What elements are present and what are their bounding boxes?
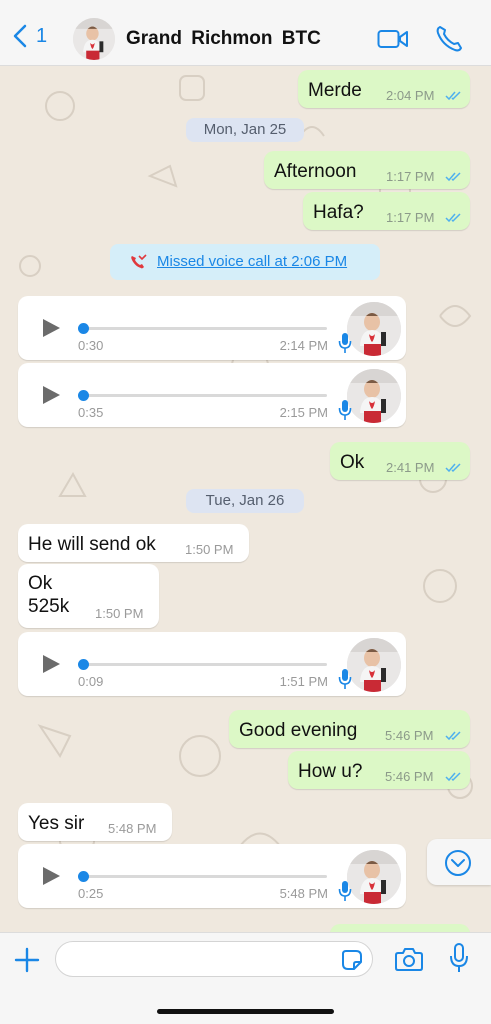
voice-duration: 0:09: [78, 674, 104, 689]
outgoing-message[interactable]: Good evening 5:46 PM: [229, 710, 470, 748]
audio-scrubber[interactable]: [78, 871, 89, 882]
message-time: 2:14 PM: [279, 338, 328, 353]
outgoing-message[interactable]: Merde 2:04 PM: [298, 70, 470, 108]
scroll-to-bottom-button[interactable]: [427, 839, 491, 885]
incoming-message[interactable]: He will send ok 1:50 PM: [18, 524, 249, 562]
phone-icon[interactable]: [434, 24, 466, 54]
message-time: 1:17 PM: [386, 169, 435, 184]
message-time: 5:48 PM: [108, 821, 157, 836]
read-receipt-icon: [445, 212, 463, 223]
voice-duration: 0:30: [78, 338, 104, 353]
message-time: 2:04 PM: [386, 88, 435, 103]
sender-avatar: [347, 302, 401, 356]
audio-scrubber[interactable]: [78, 390, 89, 401]
outgoing-message[interactable]: Ok 2:41 PM: [330, 442, 470, 480]
audio-scrubber[interactable]: [78, 323, 89, 334]
message-text: Ok 525k: [28, 573, 70, 617]
message-text: He will send ok: [28, 534, 156, 555]
contact-name[interactable]: Grand Richmon BTC: [126, 28, 321, 50]
back-button[interactable]: 1: [12, 24, 47, 48]
message-time: 2:15 PM: [279, 405, 328, 420]
plus-icon[interactable]: [14, 947, 40, 973]
message-time: 5:46 PM: [385, 769, 434, 784]
incoming-message[interactable]: Ok 525k 1:50 PM: [18, 564, 159, 628]
audio-progress-track[interactable]: [80, 875, 327, 878]
message-text: Afternoon: [274, 161, 357, 182]
avatar-image: [73, 18, 115, 60]
message-list[interactable]: Merde 2:04 PM Mon, Jan 25 Afternoon 1:17…: [0, 66, 491, 932]
outgoing-message[interactable]: How u? 5:46 PM: [288, 751, 470, 789]
avatar-image: [347, 302, 401, 356]
chevron-down-icon: [445, 850, 471, 876]
chat-header: 1 Grand Richmon BTC: [0, 0, 491, 66]
incoming-message[interactable]: Yes sir 5:48 PM: [18, 803, 172, 841]
read-receipt-icon: [445, 771, 463, 782]
unread-count: 1: [36, 24, 48, 47]
missed-call-notice[interactable]: Missed voice call at 2:06 PM: [110, 244, 380, 280]
message-time: 1:50 PM: [95, 606, 144, 621]
avatar-image: [347, 850, 401, 904]
chevron-left-icon: [13, 24, 27, 48]
voice-message[interactable]: 0:25 5:48 PM: [18, 844, 406, 908]
voice-duration: 0:25: [78, 886, 104, 901]
home-indicator: [157, 1009, 334, 1014]
outgoing-message[interactable]: Hafa? 1:17 PM: [303, 192, 470, 230]
outgoing-message[interactable]: Afternoon 1:17 PM: [264, 151, 470, 189]
message-text: Hafa?: [313, 202, 364, 223]
play-icon[interactable]: [41, 654, 61, 674]
play-icon[interactable]: [41, 385, 61, 405]
video-call-icon[interactable]: [377, 24, 409, 54]
contact-avatar[interactable]: [73, 18, 115, 60]
play-icon[interactable]: [41, 866, 61, 886]
message-time: 1:51 PM: [279, 674, 328, 689]
read-receipt-icon: [445, 90, 463, 101]
voice-duration: 0:35: [78, 405, 104, 420]
avatar-image: [347, 638, 401, 692]
composer-bar: [0, 932, 491, 1024]
read-receipt-icon: [445, 171, 463, 182]
voice-message[interactable]: 0:09 1:51 PM: [18, 632, 406, 696]
missed-call-icon: [131, 254, 147, 269]
message-text: Ok: [340, 452, 365, 473]
sender-avatar: [347, 369, 401, 423]
read-receipt-icon: [445, 730, 463, 741]
microphone-icon: [338, 399, 352, 421]
message-time: 1:17 PM: [386, 210, 435, 225]
microphone-icon: [338, 880, 352, 902]
audio-scrubber[interactable]: [78, 659, 89, 670]
message-time: 5:46 PM: [385, 728, 434, 743]
voice-message[interactable]: 0:30 2:14 PM: [18, 296, 406, 360]
camera-icon[interactable]: [395, 946, 423, 972]
message-time: 1:50 PM: [185, 542, 234, 557]
audio-progress-track[interactable]: [80, 327, 327, 330]
read-receipt-icon: [445, 462, 463, 473]
voice-message[interactable]: 0:35 2:15 PM: [18, 363, 406, 427]
message-text: Merde: [308, 80, 362, 101]
message-time: 2:41 PM: [386, 460, 435, 475]
microphone-icon[interactable]: [449, 943, 469, 973]
outgoing-message-partial[interactable]: [330, 924, 470, 932]
play-icon[interactable]: [41, 318, 61, 338]
message-text: How u?: [298, 761, 363, 782]
date-separator: Mon, Jan 25: [186, 118, 304, 142]
avatar-image: [347, 369, 401, 423]
sticker-icon[interactable]: [341, 949, 363, 971]
message-input[interactable]: [55, 941, 373, 977]
audio-progress-track[interactable]: [80, 394, 327, 397]
message-text: Yes sir: [28, 813, 85, 834]
message-text: Good evening: [239, 720, 358, 741]
missed-call-text: Missed voice call at 2:06 PM: [157, 253, 348, 270]
microphone-icon: [338, 668, 352, 690]
date-separator: Tue, Jan 26: [186, 489, 304, 513]
message-time: 5:48 PM: [279, 886, 328, 901]
sender-avatar: [347, 638, 401, 692]
microphone-icon: [338, 332, 352, 354]
sender-avatar: [347, 850, 401, 904]
audio-progress-track[interactable]: [80, 663, 327, 666]
